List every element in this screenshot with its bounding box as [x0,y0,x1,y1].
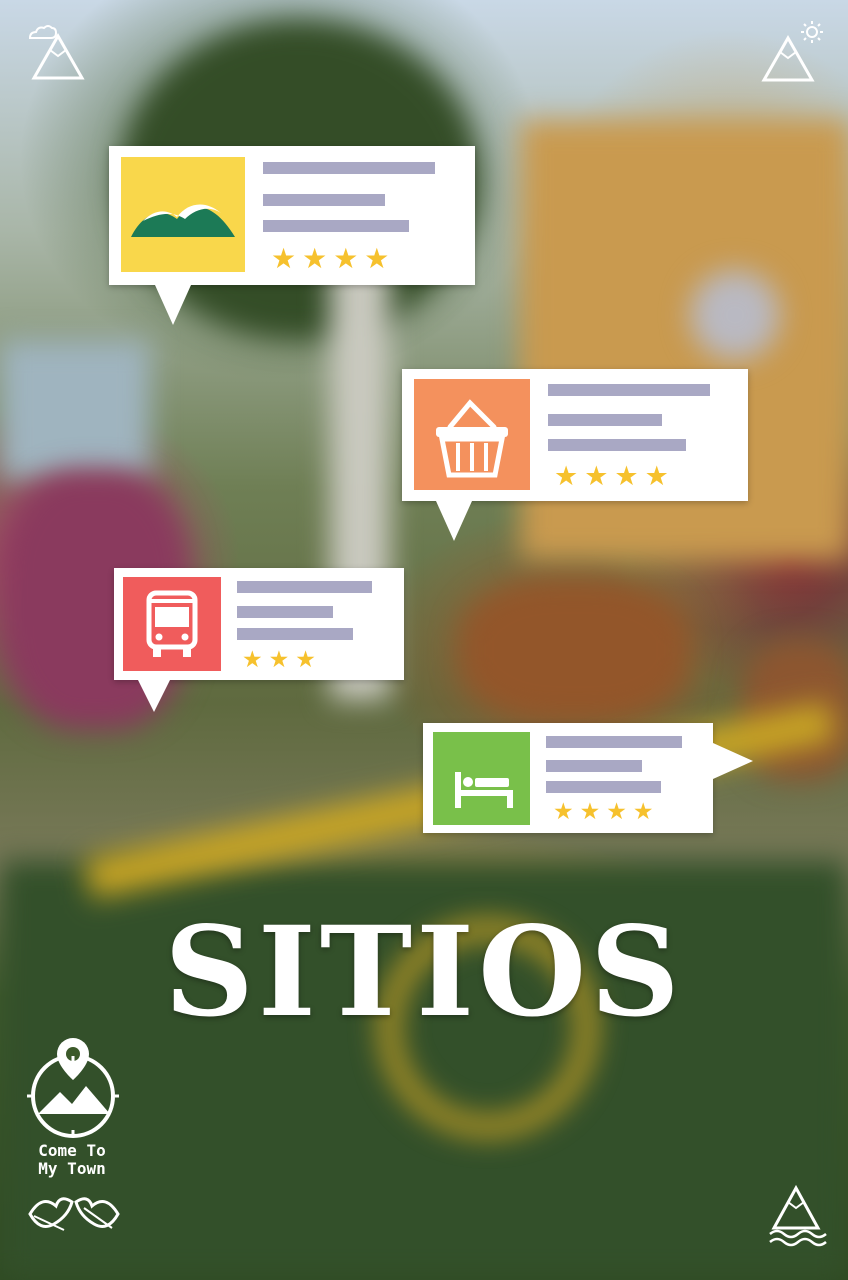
info-line [546,736,682,748]
page-title: SITIOS [164,900,684,1045]
info-line [548,384,710,396]
info-line [237,581,372,593]
card-pointer [713,743,753,779]
rating-stars: ★★★★ [271,242,396,275]
category-tile [123,577,221,671]
info-line [548,439,686,451]
place-card-nature[interactable]: ★★★★ [109,146,475,325]
info-line [237,628,353,640]
brand-line-2: My Town [38,1159,106,1178]
place-card-shopping[interactable]: ★★★★ [402,369,748,541]
info-line [263,162,435,174]
poster-screen: Come To My Town ★★★★ ★★★★ ★★★ ★★★★ SITIO… [0,0,848,1280]
basket-icon [436,399,508,478]
rating-stars: ★★★ [242,647,322,673]
brand-logo-icon [27,1038,119,1138]
leaves-icon [28,1197,120,1231]
mountain-water-icon [769,1184,827,1247]
info-line [548,414,662,426]
brand-name: Come To My Town [22,1142,122,1178]
place-card-transport[interactable]: ★★★ [114,568,404,712]
place-card-lodging[interactable]: ★★★★ [423,723,753,833]
background-house [0,340,150,480]
card-pointer [436,501,472,541]
info-line [263,220,409,232]
background-rose-window [690,270,780,360]
bed-icon [455,772,513,808]
bus-icon [146,590,198,657]
sun-mountain-icon [761,21,823,82]
info-line [546,760,642,772]
rating-stars: ★★★★ [553,799,660,825]
info-line [237,606,333,618]
brand-line-1: Come To [38,1141,106,1160]
info-line [546,781,661,793]
mountain-icon [131,204,235,237]
card-pointer [155,285,191,325]
rating-stars: ★★★★ [554,461,675,492]
category-tile [121,157,245,272]
category-tile [414,379,530,490]
card-pointer [138,680,170,712]
category-tile [433,732,530,825]
background-basket [460,580,690,720]
cloud-mountain-icon [28,25,85,80]
info-line [263,194,385,206]
